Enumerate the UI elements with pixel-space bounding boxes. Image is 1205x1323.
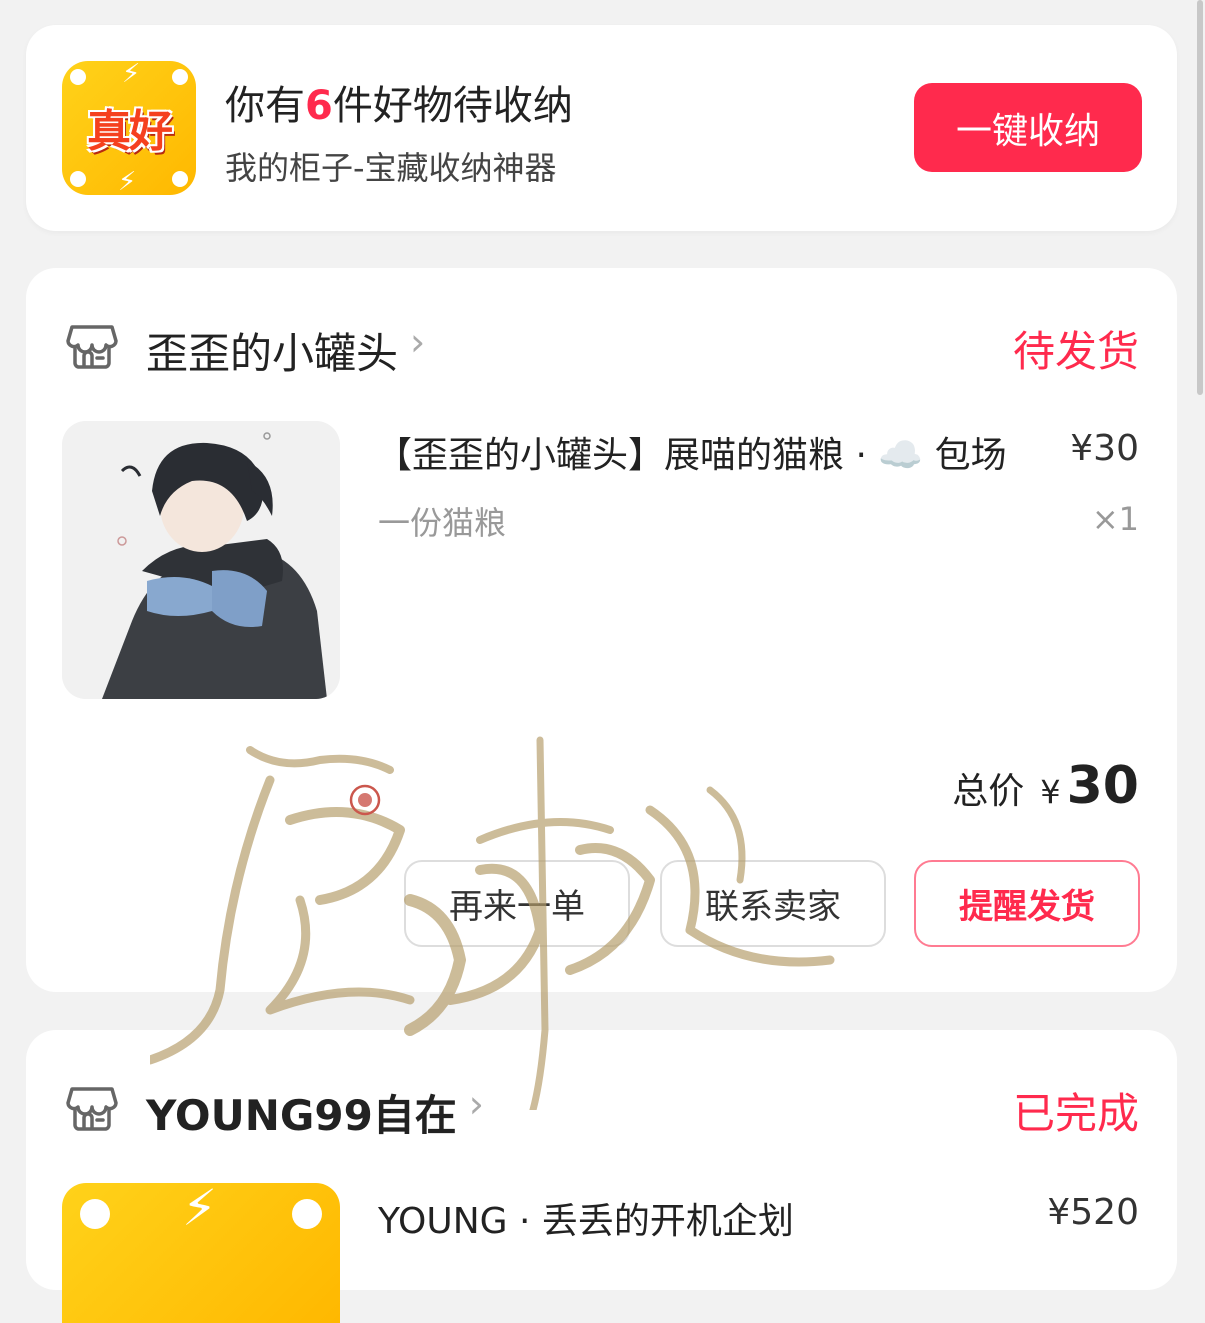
- shop-header[interactable]: YOUNG99自在 › 已完成: [66, 1080, 1139, 1140]
- contact-seller-button[interactable]: 联系卖家: [660, 860, 886, 947]
- shop-name[interactable]: 歪歪的小罐头 ›: [146, 320, 425, 381]
- chevron-right-icon: ›: [468, 1082, 484, 1126]
- app-logo-icon[interactable]: ⚡ ⚡ 真好: [62, 61, 196, 195]
- order-status: 待发货: [1012, 327, 1139, 376]
- order-card: 歪歪的小罐头 › 待发货 【歪歪的小罐头】展喵的猫粮 · ☁️ 包场 ¥30 一份…: [26, 268, 1177, 992]
- chevron-right-icon: ›: [410, 320, 426, 364]
- product-thumbnail[interactable]: ⚡: [62, 1183, 340, 1323]
- product-price: ¥30: [1070, 428, 1139, 469]
- banner-title: 你有6件好物待收纳: [225, 83, 573, 129]
- shop-name[interactable]: YOUNG99自在 ›: [146, 1082, 484, 1143]
- order-status: 已完成: [1012, 1089, 1139, 1138]
- shop-icon: [66, 1087, 118, 1131]
- product-thumbnail[interactable]: [62, 421, 340, 699]
- storage-banner[interactable]: ⚡ ⚡ 真好 你有6件好物待收纳 我的柜子-宝藏收纳神器 一键收纳: [26, 25, 1177, 231]
- product-quantity: ×1: [1091, 500, 1139, 538]
- one-click-store-button[interactable]: 一键收纳: [914, 83, 1142, 172]
- total-amount: 30: [1066, 756, 1139, 816]
- product-spec: 一份猫粮: [378, 504, 507, 542]
- product-price: ¥520: [1047, 1192, 1139, 1233]
- product-title[interactable]: 【歪歪的小罐头】展喵的猫粮 · ☁️ 包场: [376, 426, 1007, 478]
- banner-subtitle: 我的柜子-宝藏收纳神器: [225, 149, 557, 187]
- order-card: YOUNG99自在 › 已完成 ⚡ YOUNG · 丢丢的开机企划 ¥520: [26, 1030, 1177, 1323]
- reorder-button[interactable]: 再来一单: [404, 860, 630, 947]
- remind-shipping-button[interactable]: 提醒发货: [914, 860, 1140, 947]
- shop-icon: [66, 325, 118, 369]
- scrollbar[interactable]: [1197, 0, 1203, 395]
- product-illustration: [62, 421, 340, 699]
- app-logo-text: 真好: [87, 106, 173, 157]
- shop-header[interactable]: 歪歪的小罐头 › 待发货: [66, 318, 1139, 378]
- product-title[interactable]: YOUNG · 丢丢的开机企划: [378, 1192, 794, 1244]
- pending-count: 6: [305, 83, 333, 129]
- order-total: 总价 ¥30: [952, 756, 1139, 816]
